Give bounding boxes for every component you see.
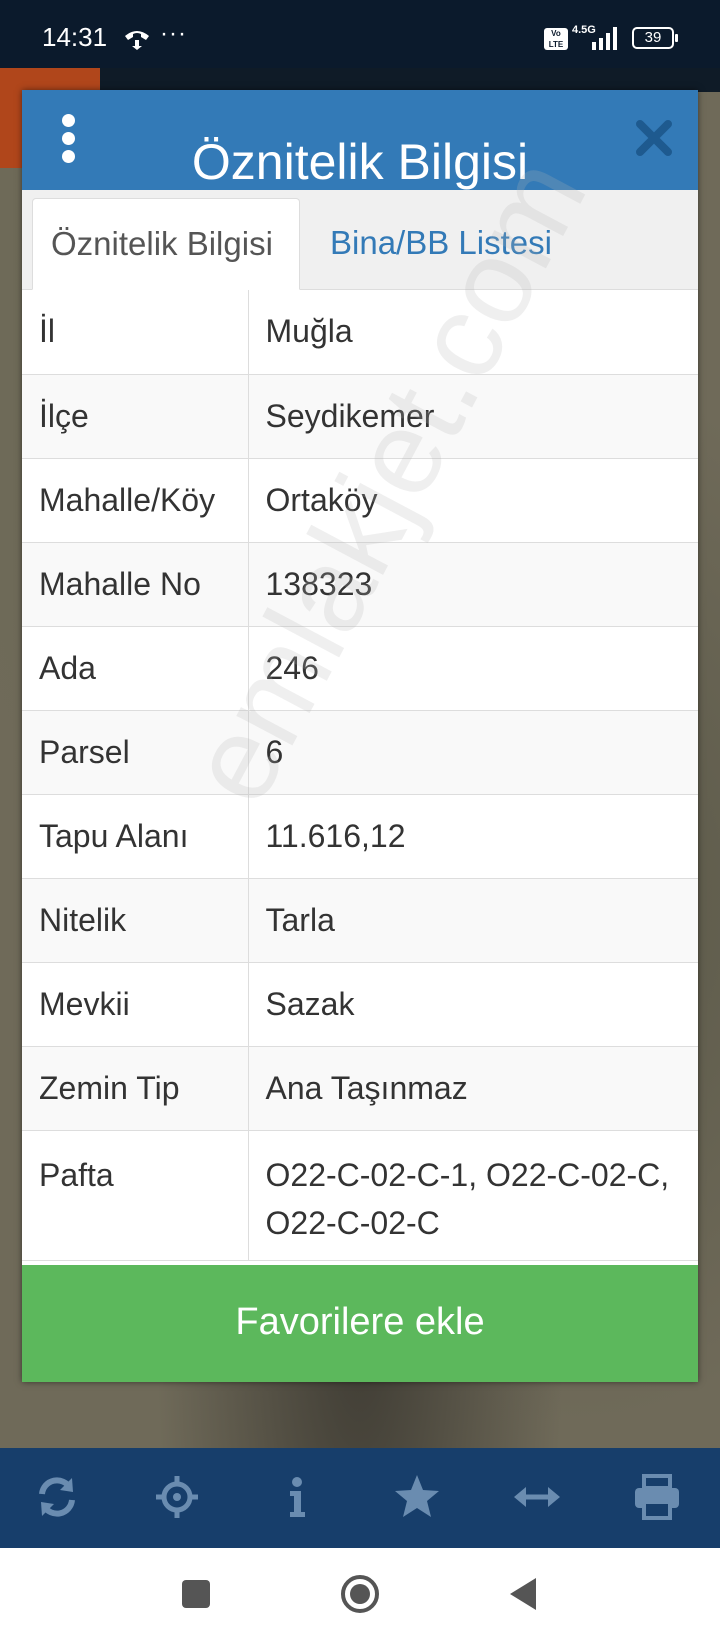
row-key: Tapu Alanı: [22, 794, 249, 879]
row-value: Seydikemer: [248, 374, 698, 459]
row-key: Mevkii: [22, 962, 249, 1047]
table-row: İl Muğla: [22, 290, 698, 375]
row-key: Zemin Tip: [22, 1046, 249, 1131]
row-value: 6: [248, 710, 698, 795]
row-value: Ortaköy: [248, 458, 698, 543]
star-icon[interactable]: [392, 1472, 442, 1522]
row-value: 138323: [248, 542, 698, 627]
row-value: Sazak: [248, 962, 698, 1047]
add-favorite-button[interactable]: Favorilere ekle: [22, 1265, 698, 1382]
bottom-toolbar: [0, 1448, 720, 1548]
close-icon[interactable]: [634, 118, 674, 158]
row-key: Parsel: [22, 710, 249, 795]
table-row: Zemin Tip Ana Taşınmaz: [22, 1046, 698, 1131]
row-key: Nitelik: [22, 878, 249, 963]
call-icon: [125, 31, 149, 50]
back-icon[interactable]: [504, 1574, 544, 1614]
row-key: Ada: [22, 626, 249, 711]
refresh-icon[interactable]: [32, 1472, 82, 1522]
locate-icon[interactable]: [152, 1472, 202, 1522]
row-value: Muğla: [248, 290, 698, 375]
table-row: Tapu Alanı 11.616,12: [22, 794, 698, 879]
tab-attribute-info[interactable]: Öznitelik Bilgisi: [32, 198, 300, 290]
signal-icon: [592, 27, 617, 50]
row-value: 246: [248, 626, 698, 711]
table-row: Mahalle No 138323: [22, 542, 698, 627]
info-icon[interactable]: [272, 1472, 322, 1522]
table-row: Mahalle/Köy Ortaköy: [22, 458, 698, 543]
table-row: İlçe Seydikemer: [22, 374, 698, 459]
recents-icon[interactable]: [176, 1574, 216, 1614]
volte-icon: Vo LTE: [544, 28, 568, 50]
row-key: Mahalle No: [22, 542, 249, 627]
table-row: Mevkii Sazak: [22, 962, 698, 1047]
table-row: Parsel 6: [22, 710, 698, 795]
status-more: ···: [160, 20, 187, 47]
measure-icon[interactable]: [512, 1472, 562, 1522]
row-key: İlçe: [22, 374, 249, 459]
row-value: Ana Taşınmaz: [248, 1046, 698, 1131]
system-navbar: [0, 1548, 720, 1640]
row-key: Mahalle/Köy: [22, 458, 249, 543]
dialog-title: Öznitelik Bilgisi: [191, 134, 529, 190]
attribute-dialog: Öznitelik Bilgisi Öznitelik Bilgisi Bina…: [22, 90, 698, 1382]
row-key: Pafta: [22, 1130, 249, 1261]
map-topbar: [100, 68, 720, 92]
row-value: Tarla: [248, 878, 698, 963]
table-row: Ada 246: [22, 626, 698, 711]
row-value: 11.616,12: [248, 794, 698, 879]
print-icon[interactable]: [632, 1472, 682, 1522]
attribute-table: İl Muğla İlçe Seydikemer Mahalle/Köy Ort…: [22, 290, 698, 1261]
dialog-header: Öznitelik Bilgisi: [22, 90, 698, 190]
battery-icon: 39: [632, 27, 678, 49]
home-icon[interactable]: [340, 1574, 380, 1614]
tab-building-list[interactable]: Bina/BB Listesi: [312, 198, 570, 290]
table-row: Pafta O22-C-02-C-1, O22-C-02-C, O22-C-02…: [22, 1130, 698, 1261]
status-time: 14:31: [42, 22, 108, 52]
row-value: O22-C-02-C-1, O22-C-02-C, O22-C-02-C: [248, 1130, 698, 1261]
row-key: İl: [22, 290, 249, 375]
tab-bar: Öznitelik Bilgisi Bina/BB Listesi: [22, 190, 698, 290]
table-row: Nitelik Tarla: [22, 878, 698, 963]
